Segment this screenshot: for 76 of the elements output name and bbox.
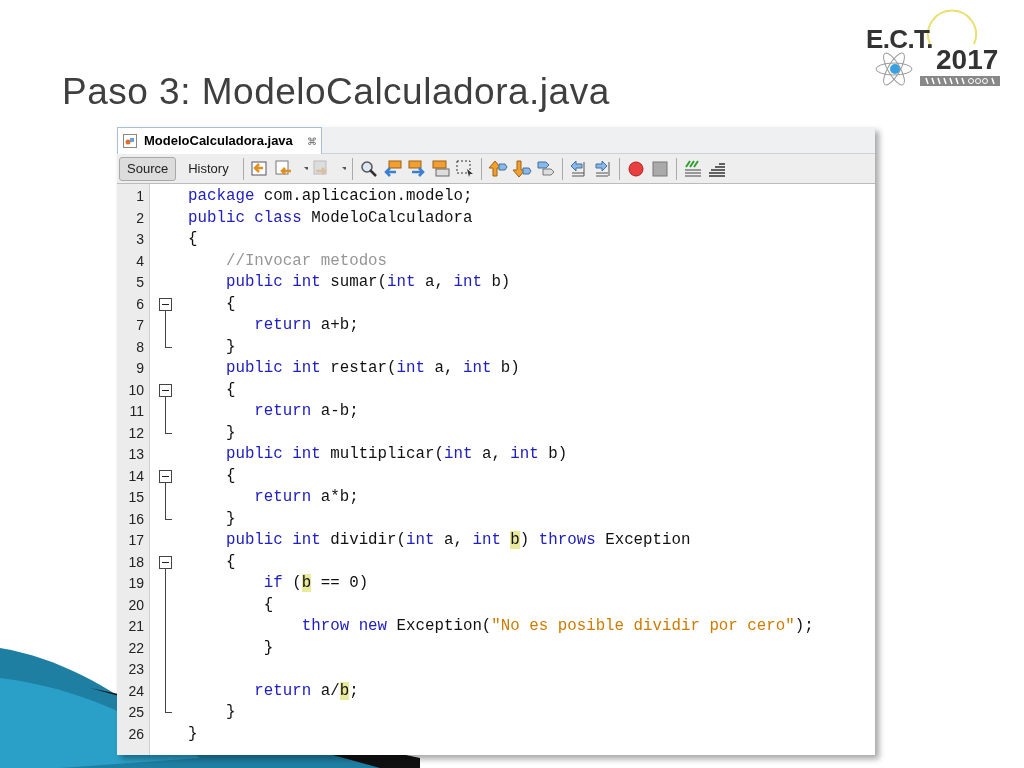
line-number: 4	[135, 251, 144, 271]
code-line: public int sumar(int a, int b)	[224, 272, 511, 294]
fold-collapse-icon[interactable]	[159, 297, 172, 311]
code-line: package com.aplicacion.modelo;	[188, 186, 473, 208]
line-number: 17	[127, 531, 144, 551]
line-number: 16	[127, 509, 144, 529]
line-number: 12	[127, 423, 144, 443]
shift-right-icon[interactable]	[592, 158, 613, 179]
line-number: 24	[127, 681, 144, 701]
line-number: 15	[127, 488, 144, 508]
last-edit-icon[interactable]	[249, 158, 270, 179]
slide-title: Paso 3: ModeloCalculadora.java	[62, 70, 610, 114]
line-number: 7	[135, 316, 144, 336]
line-number: 26	[127, 724, 144, 744]
code-line: //Invocar metodos	[224, 250, 388, 272]
logo-year: 2017	[936, 46, 999, 74]
line-number: 3	[135, 230, 144, 250]
code-line: }	[262, 637, 274, 659]
line-number: 19	[127, 574, 144, 594]
line-number: 5	[135, 273, 144, 293]
bookmark-icon[interactable]	[535, 158, 556, 179]
code-line: return a*b;	[253, 487, 359, 509]
line-number: 13	[127, 445, 144, 465]
search-icon[interactable]	[358, 158, 379, 179]
fold-collapse-icon[interactable]	[159, 383, 172, 397]
code-line: {	[262, 594, 274, 616]
code-line: public int restar(int a, int b)	[224, 358, 520, 380]
code-line: return a-b;	[253, 401, 359, 423]
line-number: 25	[127, 703, 144, 723]
code-line: public class ModeloCalculadora	[188, 207, 473, 229]
code-line: }	[224, 508, 236, 530]
line-number: 2	[135, 208, 144, 228]
code-line: public int dividir(int a, int b) throws Exception	[224, 530, 691, 552]
line-number: 20	[127, 595, 144, 615]
fold-collapse-icon[interactable]	[159, 469, 172, 483]
file-tab[interactable]: ModeloCalculadora.java ⌘	[117, 127, 322, 154]
line-number: 8	[135, 337, 144, 357]
highlight-toggle-icon[interactable]	[430, 158, 451, 179]
code-line: {	[188, 229, 198, 251]
line-number: 6	[135, 294, 144, 314]
code-line: return a+b;	[253, 315, 359, 337]
down-arrow-icon[interactable]	[511, 158, 532, 179]
line-number: 22	[127, 638, 144, 658]
file-tab-label: ModeloCalculadora.java	[144, 132, 293, 151]
line-number: 23	[127, 660, 144, 680]
line-number: 1	[135, 187, 144, 207]
line-number: 10	[127, 380, 144, 400]
code-line: public int multiplicar(int a, int b)	[224, 444, 568, 466]
comment-icon[interactable]	[682, 158, 703, 179]
code-line: {	[224, 465, 236, 487]
logo-letters: E.C.T.	[866, 26, 933, 52]
code-line: }	[224, 702, 236, 724]
line-number: 9	[135, 359, 144, 379]
find-next-icon[interactable]	[406, 158, 427, 179]
stop-icon[interactable]	[649, 158, 670, 179]
line-number: 18	[127, 552, 144, 572]
close-tab-button[interactable]: ⌘	[306, 133, 317, 149]
line-number: 21	[127, 617, 144, 637]
java-file-icon	[122, 133, 138, 149]
view-tab[interactable]: History	[180, 156, 237, 181]
up-arrow-icon[interactable]	[487, 158, 508, 179]
code-line: }	[188, 723, 198, 745]
record-icon[interactable]	[625, 158, 646, 179]
code-line: {	[224, 379, 236, 401]
code-line: throw new Exception("No es posible dividir por cero");	[300, 616, 814, 638]
code-line: return a/b;	[253, 680, 359, 702]
fold-collapse-icon[interactable]	[159, 555, 172, 569]
view-tab[interactable]: Source	[119, 156, 177, 181]
code-line: }	[224, 336, 236, 358]
code-line: if (b == 0)	[262, 573, 369, 595]
code-line: }	[224, 422, 236, 444]
line-number: 14	[127, 466, 144, 486]
code-line: {	[224, 293, 236, 315]
atom-icon	[874, 52, 914, 86]
code-line: {	[224, 551, 236, 573]
line-number: 11	[128, 402, 144, 422]
